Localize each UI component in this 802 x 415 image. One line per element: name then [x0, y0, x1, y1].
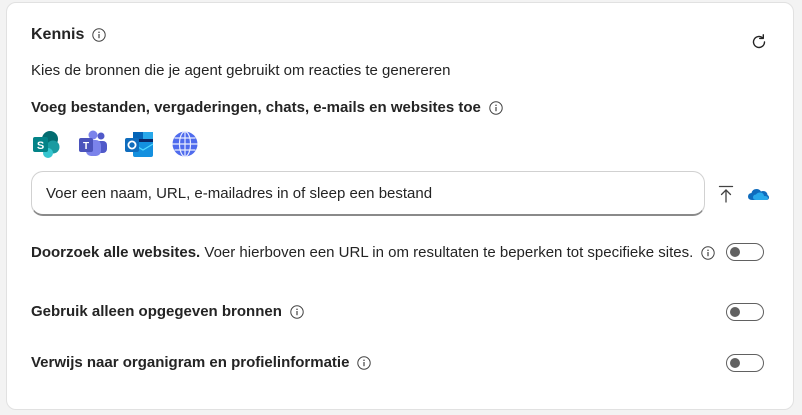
- knowledge-card: Kennis Kies de bronnen die je agent gebr…: [6, 2, 794, 410]
- search-web-row: Doorzoek alle websites. Voer hierboven e…: [31, 243, 715, 263]
- org-chart-label: Verwijs naar organigram en profielinform…: [31, 354, 350, 371]
- org-chart-toggle[interactable]: [726, 354, 764, 372]
- info-icon[interactable]: [357, 356, 372, 370]
- only-specified-row: Gebruik alleen opgegeven bronnen: [31, 302, 304, 322]
- globe-icon[interactable]: [169, 128, 201, 160]
- source-search-input[interactable]: [31, 171, 705, 216]
- svg-text:S: S: [37, 140, 44, 152]
- search-web-label: Doorzoek alle websites.: [31, 244, 201, 261]
- sharepoint-icon[interactable]: S: [31, 128, 63, 160]
- toggle-knob: [730, 358, 740, 368]
- knowledge-title: Kennis: [31, 26, 85, 43]
- svg-text:T: T: [83, 141, 89, 152]
- onedrive-icon[interactable]: [747, 184, 769, 204]
- info-icon[interactable]: [701, 246, 715, 260]
- toggle-knob: [730, 307, 740, 317]
- sources-header: Voeg bestanden, vergaderingen, chats, e-…: [31, 98, 503, 118]
- knowledge-subtitle: Kies de bronnen die je agent gebruikt om…: [31, 62, 451, 79]
- info-icon[interactable]: [92, 28, 107, 42]
- only-specified-toggle[interactable]: [726, 303, 764, 321]
- only-specified-label: Gebruik alleen opgegeven bronnen: [31, 303, 282, 320]
- search-web-description: Voer hierboven een URL in om resultaten …: [200, 244, 694, 261]
- refresh-icon[interactable]: [749, 32, 769, 52]
- outlook-icon[interactable]: [123, 128, 155, 160]
- upload-icon[interactable]: [716, 184, 736, 204]
- source-app-icons: S T: [31, 128, 201, 160]
- info-icon[interactable]: [489, 101, 503, 115]
- teams-icon[interactable]: T: [77, 128, 109, 160]
- sources-title: Voeg bestanden, vergaderingen, chats, e-…: [31, 99, 481, 116]
- search-web-toggle[interactable]: [726, 243, 764, 261]
- info-icon[interactable]: [290, 305, 304, 319]
- toggle-knob: [730, 247, 740, 257]
- org-chart-row: Verwijs naar organigram en profielinform…: [31, 353, 372, 373]
- knowledge-header: Kennis: [31, 25, 107, 45]
